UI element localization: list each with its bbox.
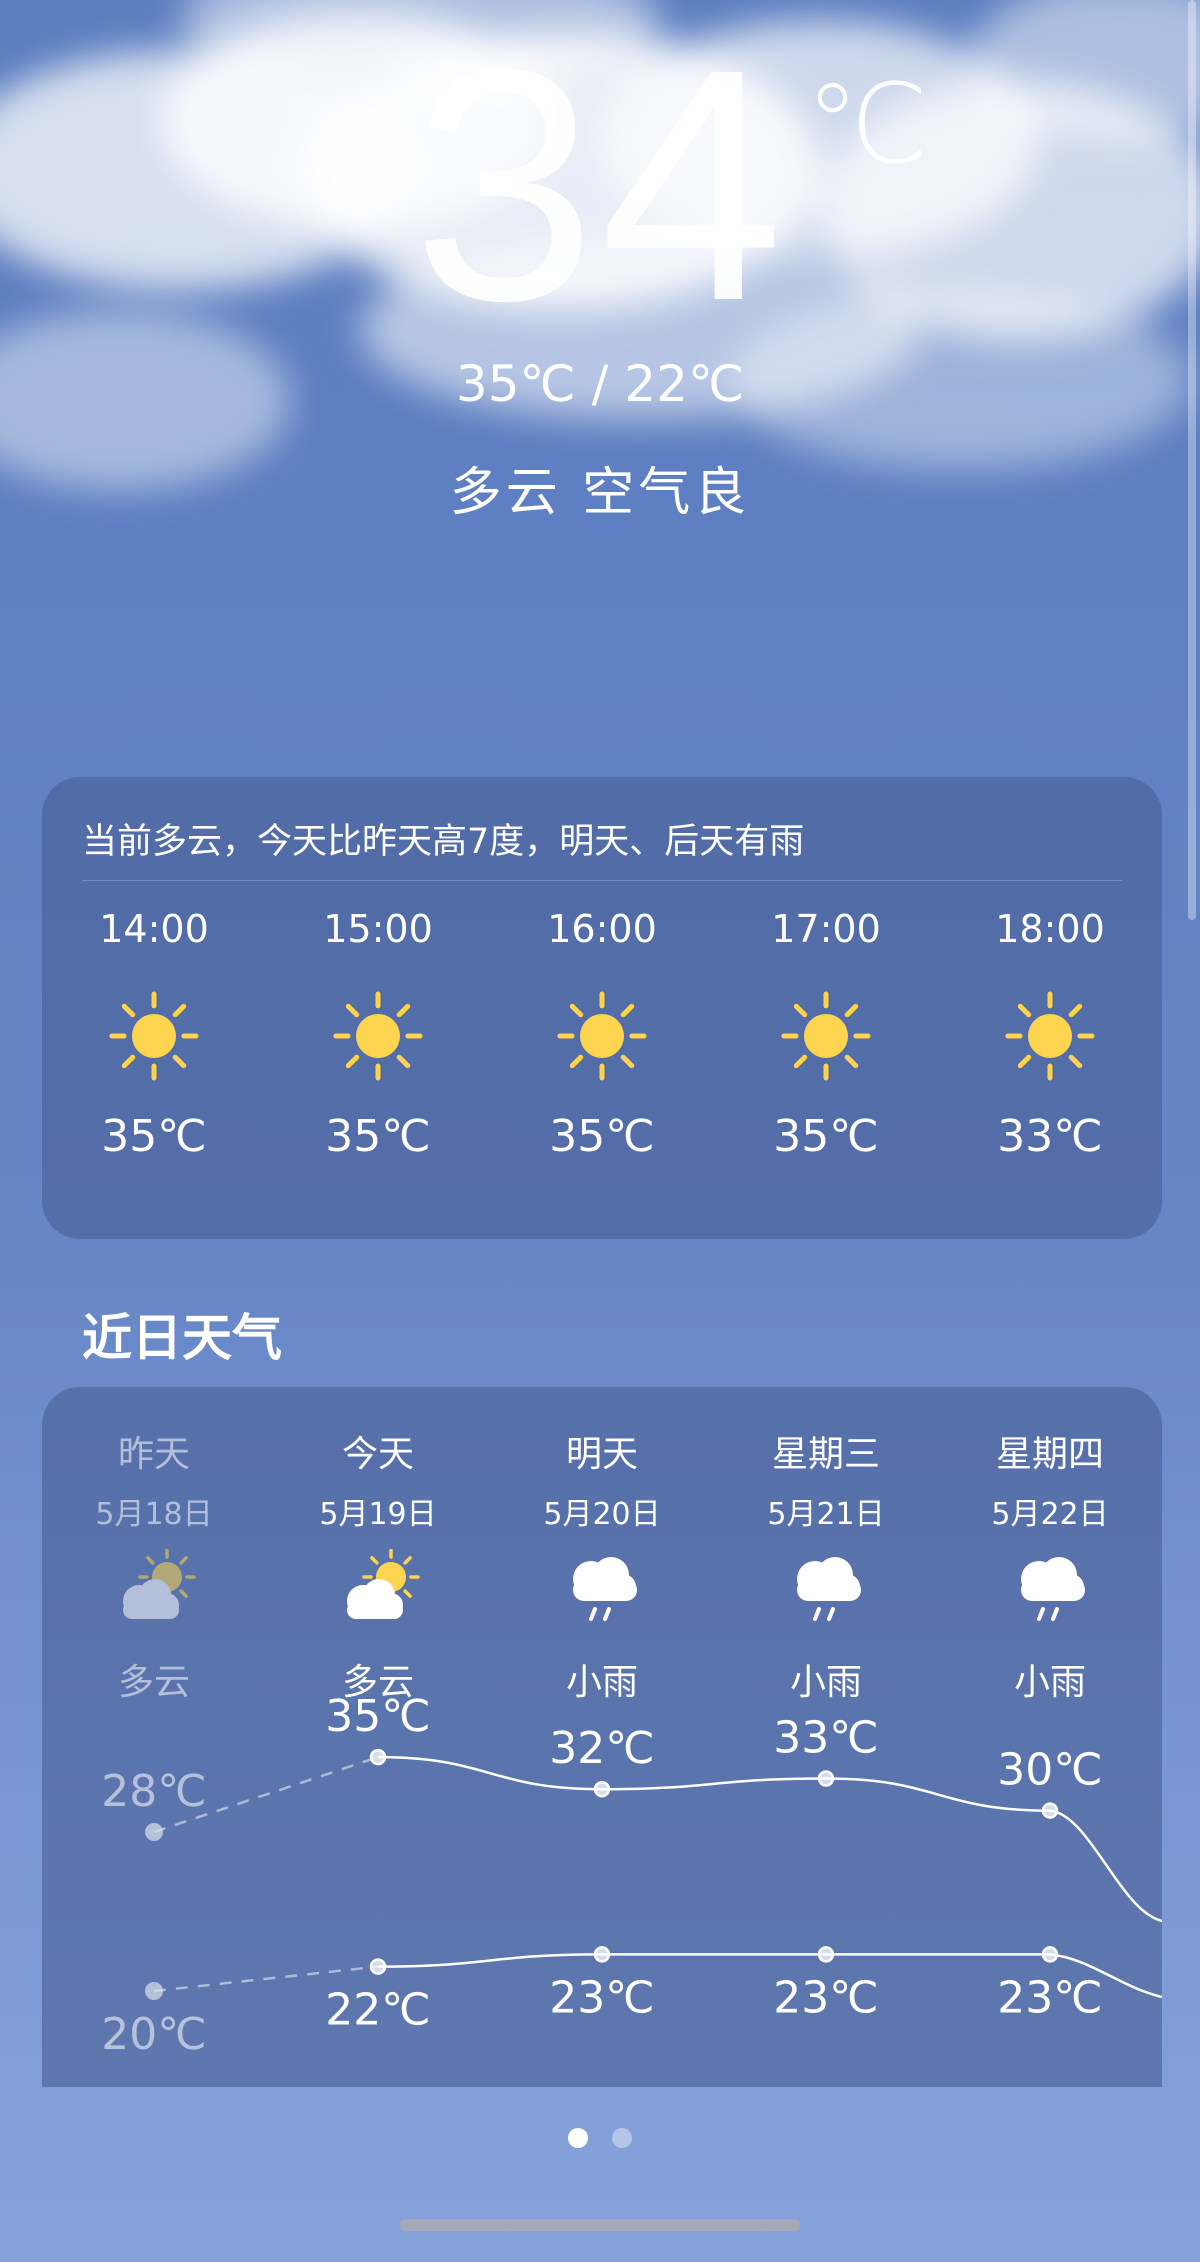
hour-temp: 35℃ [325, 1111, 431, 1162]
weather-summary: 当前多云，今天比昨天高7度，明天、后天有雨 [82, 822, 805, 862]
low-temp-point [817, 1946, 835, 1963]
hour-temp: 33℃ [997, 1111, 1103, 1162]
sun-icon [1005, 991, 1095, 1081]
high-temp-label: 28℃ [101, 1766, 206, 1817]
page-indicator[interactable] [0, 2128, 1200, 2152]
low-temp-point [593, 1946, 611, 1963]
high-temp-point [145, 1823, 163, 1841]
current-temp-unit: ℃ [805, 60, 929, 188]
current-temp-value: 34 [412, 0, 788, 369]
sun-icon [781, 991, 871, 1081]
hour-time: 18:00 [995, 907, 1105, 951]
section-title-recent-weather: 近日天气 [82, 1309, 282, 1367]
high-temp-point [369, 1748, 387, 1766]
low-temp-label: 23℃ [549, 1972, 654, 2023]
sun-icon [109, 991, 199, 1081]
hour-time: 14:00 [99, 907, 209, 951]
low-temp-label: 22℃ [325, 1985, 430, 2036]
hourly-item: 15:00 35℃ [278, 907, 478, 1162]
daily-forecast-card[interactable]: 昨天 5月18日 多云 今天 5月19日 多云 明天 5月20日 小雨 星期三 5月2… [42, 1387, 1162, 2087]
low-temp-label: 20℃ [101, 2009, 206, 2060]
current-condition[interactable]: 多云 空气良 [0, 450, 1200, 525]
temperature-trend-chart: 28℃ 35℃ 32℃ 33℃ 30℃ 20℃ 22℃ 23℃ 23℃ 23℃ [101, 1691, 1162, 2060]
hourly-forecast-card[interactable]: 当前多云，今天比昨天高7度，明天、后天有雨 14:00 35℃ 15:00 35℃… [42, 777, 1162, 1239]
hour-time: 16:00 [547, 907, 657, 951]
low-temp-point [369, 1958, 387, 1975]
high-temp-label: 33℃ [773, 1713, 878, 1764]
high-temp-point [817, 1770, 835, 1787]
low-temp-label: 23℃ [997, 1972, 1102, 2023]
hourly-item: 14:00 35℃ [54, 907, 254, 1162]
high-temp-point [593, 1780, 611, 1798]
low-temp-point [145, 1982, 163, 2000]
high-temp-point [1041, 1802, 1059, 1819]
hour-time: 15:00 [323, 907, 433, 951]
page-dot[interactable] [568, 2128, 588, 2148]
hour-temp: 35℃ [101, 1111, 207, 1162]
sun-icon [557, 991, 647, 1081]
divider [82, 880, 1122, 881]
hourly-item: 16:00 35℃ [502, 907, 702, 1162]
hourly-item: 18:00 33℃ [950, 907, 1150, 1162]
hour-time: 17:00 [771, 907, 881, 951]
home-indicator[interactable] [400, 2219, 800, 2231]
hour-temp: 35℃ [773, 1111, 879, 1162]
high-temp-label: 32℃ [549, 1723, 654, 1774]
high-temp-label: 35℃ [325, 1691, 430, 1742]
current-temperature: 34 ℃ [0, 20, 1200, 350]
page-dot[interactable] [612, 2128, 632, 2148]
sun-icon [333, 991, 423, 1081]
today-temp-range: 35℃ / 22℃ [455, 355, 745, 413]
hourly-item: 17:00 35℃ [726, 907, 926, 1162]
high-temp-label: 30℃ [997, 1745, 1102, 1796]
low-temp-point [1041, 1946, 1059, 1963]
hour-temp: 35℃ [549, 1111, 655, 1162]
low-temp-label: 23℃ [773, 1972, 878, 2023]
